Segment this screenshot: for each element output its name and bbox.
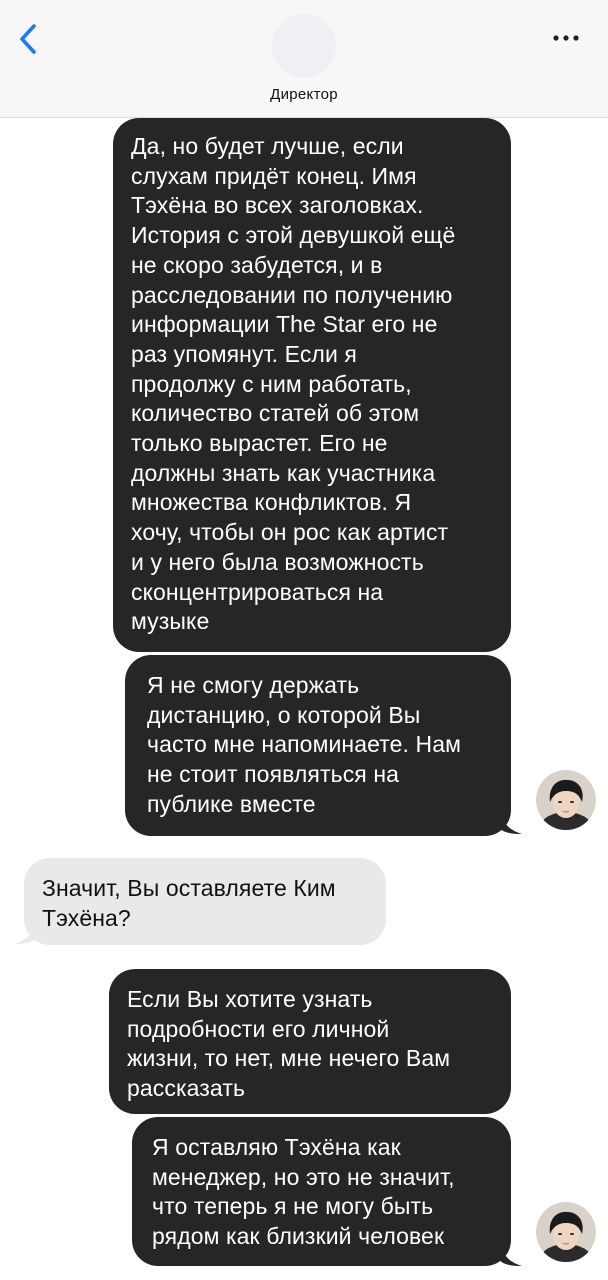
more-options-button[interactable] (548, 28, 584, 48)
person-photo-icon (536, 1202, 596, 1262)
outgoing-message[interactable]: Я не смогу держать дистанцию, о которой … (125, 655, 511, 836)
user-avatar[interactable] (536, 770, 596, 830)
message-text: Я оставляю Тэхёна как менеджер, но это н… (152, 1134, 455, 1250)
message-list[interactable]: Да, но будет лучше, если слухам придёт к… (0, 118, 608, 1280)
bubble-tail (500, 1240, 522, 1266)
outgoing-message[interactable]: Если Вы хотите узнать подробности его ли… (109, 969, 511, 1114)
outgoing-message[interactable]: Да, но будет лучше, если слухам придёт к… (113, 118, 511, 652)
message-text: Я не смогу держать дистанцию, о которой … (147, 672, 462, 817)
back-button[interactable] (14, 20, 44, 58)
incoming-message[interactable]: Значит, Вы оставляете Ким Тэхёна? (24, 858, 386, 945)
ellipsis-icon (553, 35, 579, 41)
message-text: Значит, Вы оставляете Ким Тэхёна? (42, 875, 336, 931)
chevron-left-icon (20, 24, 36, 54)
outgoing-message[interactable]: Я оставляю Тэхёна как менеджер, но это н… (132, 1117, 511, 1266)
person-photo-icon (536, 770, 596, 830)
message-text: Если Вы хотите узнать подробности его ли… (127, 986, 451, 1102)
contact-name[interactable]: Директор (0, 86, 608, 103)
bubble-tail (14, 918, 36, 944)
bubble-tail (500, 808, 522, 834)
contact-avatar[interactable] (272, 14, 336, 78)
message-text: Да, но будет лучше, если слухам придёт к… (131, 133, 456, 635)
chat-header: Директор (0, 0, 608, 118)
user-avatar[interactable] (536, 1202, 596, 1262)
